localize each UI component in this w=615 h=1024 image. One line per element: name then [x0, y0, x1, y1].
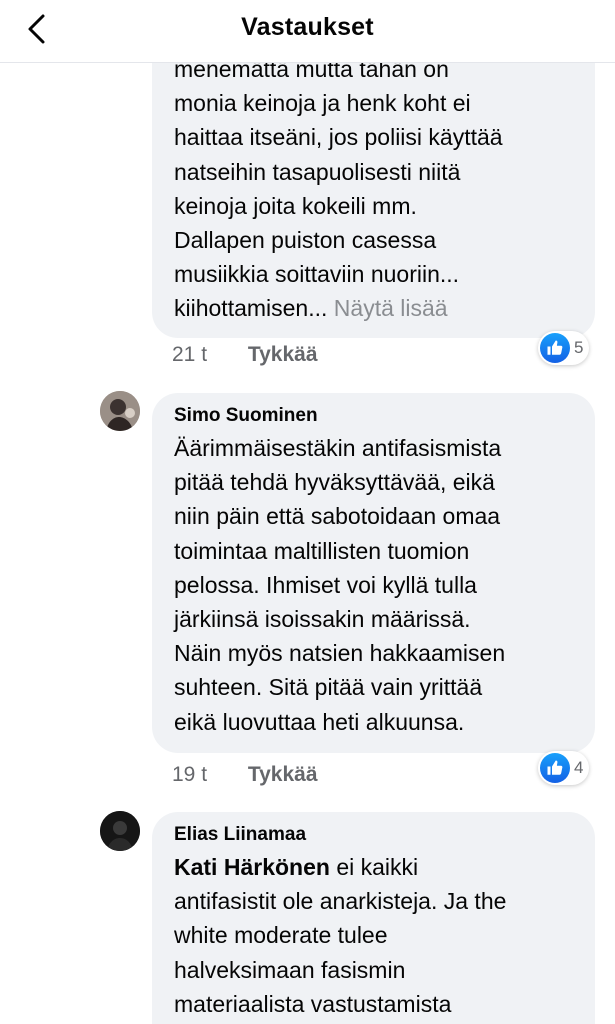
like-button[interactable]: Tykkää — [248, 763, 318, 786]
comment-meta: 21 t Tykkää — [172, 343, 318, 367]
reaction-badge[interactable]: 5 — [538, 331, 590, 365]
comment-time: 21 t — [172, 343, 208, 366]
like-thumb-icon — [540, 333, 570, 363]
comment-line-text: kiihottamisen... — [174, 295, 328, 322]
page-title: Vastaukset — [241, 13, 374, 41]
comment-line: white moderate tulee — [174, 922, 388, 949]
comment-bubble: Elias Liinamaa Kati Härkönen ei kaikki a… — [152, 812, 595, 1024]
comment-line: pelossa. Ihmiset voi kyllä tulla — [174, 571, 477, 598]
comment-text: Kati Härkönen ei kaikki antifasistit ole… — [174, 850, 585, 1021]
see-more-link[interactable]: Näytä lisää — [334, 295, 448, 321]
mention-link[interactable]: Kati Härkönen — [174, 854, 330, 880]
comment-line: eikä luovuttaa heti alkuunsa. — [174, 708, 465, 735]
comment-line-text: ei kaikki — [329, 854, 419, 880]
reaction-count: 4 — [574, 758, 584, 777]
comment-line: natseihin tasapuolisesti niitä — [174, 158, 461, 185]
comment-author[interactable]: Simo Suominen — [174, 405, 318, 427]
comment-line: toimintaa maltillisten tuomion — [174, 537, 470, 564]
avatar[interactable] — [100, 811, 140, 851]
top-bar: Vastaukset — [0, 0, 615, 63]
comment-line: järkiinsä isoissakin määrissä. — [174, 606, 471, 633]
comment-line: Äärimmäisestäkin antifasismista — [174, 435, 502, 461]
reaction-badge[interactable]: 4 — [538, 751, 590, 785]
comment-line: Kati Härkönen ei kaikki — [174, 850, 585, 884]
comment-line: kiihottamisen... Näytä lisää — [174, 291, 585, 325]
comment-line: niin päin että sabotoidaan omaa — [174, 503, 501, 530]
comment-time: 19 t — [172, 763, 208, 786]
comment-line: materiaalista vastustamista — [174, 990, 452, 1017]
comment-line: antifasistit ole anarkisteja. Ja the — [174, 888, 507, 915]
replies-feed[interactable]: menemättä mutta tähän on monia keinoja j… — [0, 0, 615, 1024]
avatar[interactable] — [100, 391, 140, 431]
like-thumb-icon — [540, 753, 570, 783]
comment-bubble: menemättä mutta tähän on monia keinoja j… — [152, 30, 595, 338]
comment-line: haittaa itseäni, jos poliisi käyttää — [174, 124, 503, 151]
comment-line: musiikkia soittaviin nuoriin... — [174, 261, 460, 288]
reaction-count: 5 — [574, 338, 584, 357]
comment-line: keinoja joita kokeili mm. — [174, 192, 417, 219]
like-button[interactable]: Tykkää — [248, 343, 318, 366]
comment-line: suhteen. Sitä pitää vain yrittää — [174, 674, 483, 701]
comment-line: Näin myös natsien hakkaamisen — [174, 640, 506, 667]
comment-bubble: Simo Suominen Äärimmäisestäkin antifasis… — [152, 393, 595, 753]
comment-line: halveksimaan fasismin — [174, 956, 406, 983]
comment-line: monia keinoja ja henk koht ei — [174, 90, 471, 117]
comment-line: pitää tehdä hyväksyttävää, eikä — [174, 469, 495, 496]
comment-text: menemättä mutta tähän on monia keinoja j… — [174, 52, 585, 326]
comment-text: Äärimmäisestäkin antifasismista pitää te… — [174, 431, 585, 739]
comment-meta: 19 t Tykkää — [172, 763, 318, 787]
comment-line: Dallapen puiston casessa — [174, 227, 437, 254]
comment-author[interactable]: Elias Liinamaa — [174, 824, 306, 846]
